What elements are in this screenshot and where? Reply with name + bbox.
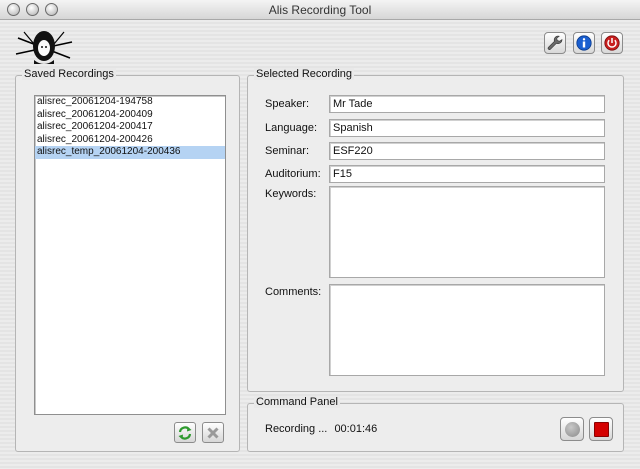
seminar-field[interactable] [329, 142, 605, 160]
recording-status: Recording ... 00:01:46 [265, 423, 381, 435]
settings-button[interactable] [544, 32, 566, 54]
keywords-field[interactable] [329, 186, 605, 278]
selected-recording-title: Selected Recording [254, 68, 355, 80]
stop-button[interactable] [589, 417, 613, 441]
recording-elapsed-time: 00:01:46 [334, 423, 378, 435]
auditorium-field[interactable] [329, 165, 605, 183]
info-button[interactable] [573, 32, 595, 54]
refresh-button[interactable] [174, 422, 196, 443]
wrench-icon [547, 35, 563, 50]
speaker-label: Speaker: [265, 98, 310, 110]
delete-x-icon [207, 427, 219, 439]
info-icon [576, 35, 592, 51]
list-item[interactable]: alisrec_20061204-200417 [35, 121, 225, 134]
language-field[interactable] [329, 119, 605, 137]
list-item[interactable]: alisrec_20061204-200426 [35, 134, 225, 147]
comments-label: Comments: [265, 286, 322, 298]
recording-status-text: Recording ... [265, 423, 328, 435]
quit-button[interactable] [601, 32, 623, 54]
recordings-list[interactable]: alisrec_20061204-194758 alisrec_20061204… [34, 95, 226, 415]
keywords-label: Keywords: [265, 188, 317, 200]
list-item[interactable]: alisrec_20061204-200409 [35, 109, 225, 122]
app-logo [15, 31, 73, 64]
auditorium-label: Auditorium: [265, 168, 321, 180]
stop-icon [594, 422, 609, 437]
record-icon [565, 422, 580, 437]
speaker-field[interactable] [329, 95, 605, 113]
comments-field[interactable] [329, 284, 605, 376]
power-icon [604, 35, 620, 51]
window-title: Alis Recording Tool [268, 3, 372, 17]
refresh-icon [178, 426, 192, 440]
delete-button[interactable] [202, 422, 224, 443]
command-panel-title: Command Panel [254, 396, 340, 408]
language-label: Language: [265, 122, 317, 134]
list-item[interactable]: alisrec_20061204-194758 [35, 96, 225, 109]
seminar-label: Seminar: [265, 145, 310, 157]
saved-recordings-title: Saved Recordings [22, 68, 116, 80]
record-button[interactable] [560, 417, 584, 441]
title-bar: Alis Recording Tool [0, 0, 640, 20]
list-item-selected[interactable]: alisrec_temp_20061204-200436 [35, 146, 225, 159]
